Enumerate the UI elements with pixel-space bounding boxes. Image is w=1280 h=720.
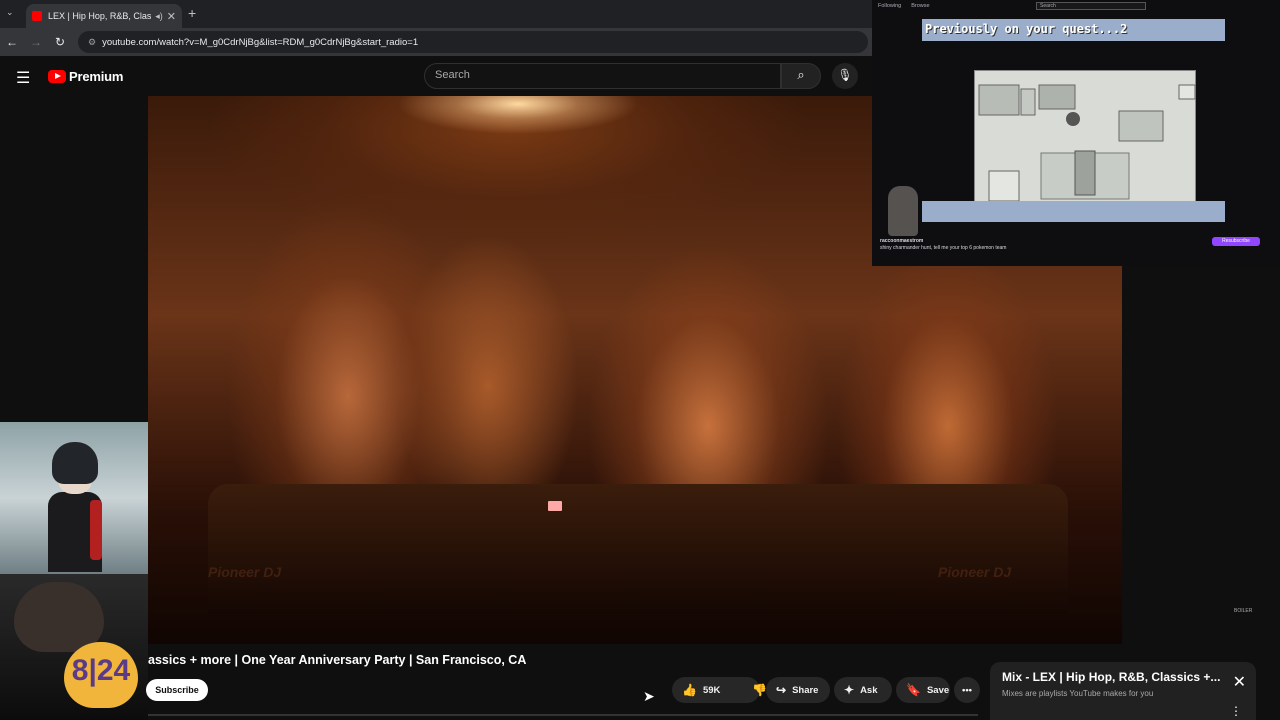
stream-banner: Previously on your quest...2	[922, 19, 1225, 41]
share-button[interactable]: ↪ Share	[766, 677, 830, 703]
sparkle-icon: ✦	[844, 683, 855, 697]
share-icon: ↪	[776, 683, 787, 697]
streamer-cam	[888, 186, 918, 236]
logo-text: Premium	[69, 69, 124, 84]
stream-title: shiny charmander hunt, tell me your top …	[880, 245, 1007, 251]
search-icon: ⌕	[797, 67, 805, 82]
mouse-cursor-icon: ➤	[643, 688, 655, 704]
save-button[interactable]: 🔖 Save	[896, 677, 950, 703]
game-screen	[974, 70, 1196, 202]
nav-following[interactable]: Following	[878, 3, 901, 9]
anime-overlay	[0, 422, 148, 574]
thumbs-up-icon: 👍	[682, 683, 697, 697]
address-bar[interactable]: ⚙ youtube.com/watch?v=M_g0CdrNjBg&list=R…	[78, 31, 868, 53]
new-tab-icon[interactable]: +	[188, 5, 196, 21]
browser-tab[interactable]: LEX | Hip Hop, R&B, Classic ◂) ✕	[26, 4, 182, 28]
video-title: assics + more | One Year Anniversary Par…	[148, 653, 527, 667]
ask-button[interactable]: ✦ Ask	[834, 677, 892, 703]
resubscribe-button[interactable]: Resubscribe	[1212, 237, 1260, 246]
voice-search-button[interactable]: 🎙	[832, 63, 858, 89]
nav-browse[interactable]: Browse	[911, 3, 929, 9]
progress-track[interactable]	[148, 714, 978, 716]
save-label: Save	[926, 684, 950, 696]
heart-logo: 8|24	[64, 642, 138, 708]
browser-tab-strip: ⌄ LEX | Hip Hop, R&B, Classic ◂) ✕ +	[0, 0, 872, 28]
like-dislike-group: 👍 59K 👎	[672, 677, 767, 703]
search-input[interactable]: Search	[424, 63, 781, 89]
youtube-masthead: ☰ Premium Search ⌕ 🎙	[0, 56, 872, 96]
url-text: youtube.com/watch?v=M_g0CdrNjBg&list=RDM…	[102, 36, 419, 48]
like-button[interactable]: 👍 59K	[672, 677, 730, 703]
reload-icon[interactable]: ↻	[48, 35, 72, 49]
dj-deck	[208, 484, 1068, 614]
menu-icon[interactable]: ☰	[16, 68, 30, 88]
close-tab-icon[interactable]: ✕	[167, 10, 176, 23]
pad	[548, 501, 562, 511]
youtube-logo[interactable]: Premium	[48, 69, 123, 84]
more-icon: •••	[962, 684, 972, 696]
character-beanie	[52, 442, 98, 484]
kebab-menu-icon[interactable]: ⋮	[1230, 704, 1242, 718]
tab-title: LEX | Hip Hop, R&B, Classic	[48, 11, 152, 21]
pioneer-logo-left: Pioneer DJ	[208, 564, 282, 580]
youtube-play-icon	[48, 70, 66, 83]
webcam-face	[14, 582, 104, 652]
subscribe-button[interactable]: Subscribe	[146, 679, 208, 701]
search-button[interactable]: ⌕	[781, 63, 821, 89]
stream-search-input[interactable]: Search	[1036, 2, 1146, 10]
mic-icon: 🎙	[837, 68, 853, 82]
pixel-room-icon	[978, 84, 1196, 202]
mix-title: Mix - LEX | Hip Hop, R&B, Classics +...	[1002, 670, 1221, 684]
stream-window: Following Browse Search Previously on yo…	[872, 0, 1280, 266]
share-label: Share	[792, 684, 819, 696]
mix-subtitle: Mixes are playlists YouTube makes for yo…	[1002, 689, 1154, 698]
bookmark-icon: 🔖	[906, 683, 921, 697]
video-watermark: BOILER	[1234, 608, 1253, 614]
speaker-icon[interactable]: ◂)	[155, 11, 163, 22]
like-count: 59K	[702, 684, 721, 696]
browser-toolbar: ← → ↻ ⚙ youtube.com/watch?v=M_g0CdrNjBg&…	[0, 28, 872, 56]
forward-icon[interactable]: →	[24, 35, 48, 49]
back-icon[interactable]: ←	[0, 35, 24, 49]
mix-playlist-panel[interactable]: Mix - LEX | Hip Hop, R&B, Classics +... …	[990, 662, 1256, 720]
more-actions-button[interactable]: •••	[954, 677, 980, 703]
youtube-favicon-icon	[32, 11, 42, 21]
stream-dialog-bar	[922, 201, 1225, 222]
close-icon[interactable]: ✕	[1233, 672, 1246, 692]
channel-name[interactable]: raccoonmaestrom	[880, 238, 1006, 245]
site-info-icon[interactable]: ⚙	[88, 37, 96, 48]
stream-info: raccoonmaestrom shiny charmander hunt, t…	[880, 238, 1006, 252]
pioneer-logo-right: Pioneer DJ	[938, 564, 1012, 580]
character-arm	[90, 500, 102, 560]
tab-search-icon[interactable]: ⌄	[6, 7, 14, 18]
webcam-overlay: 8|24	[0, 574, 148, 720]
ask-label: Ask	[860, 684, 878, 696]
